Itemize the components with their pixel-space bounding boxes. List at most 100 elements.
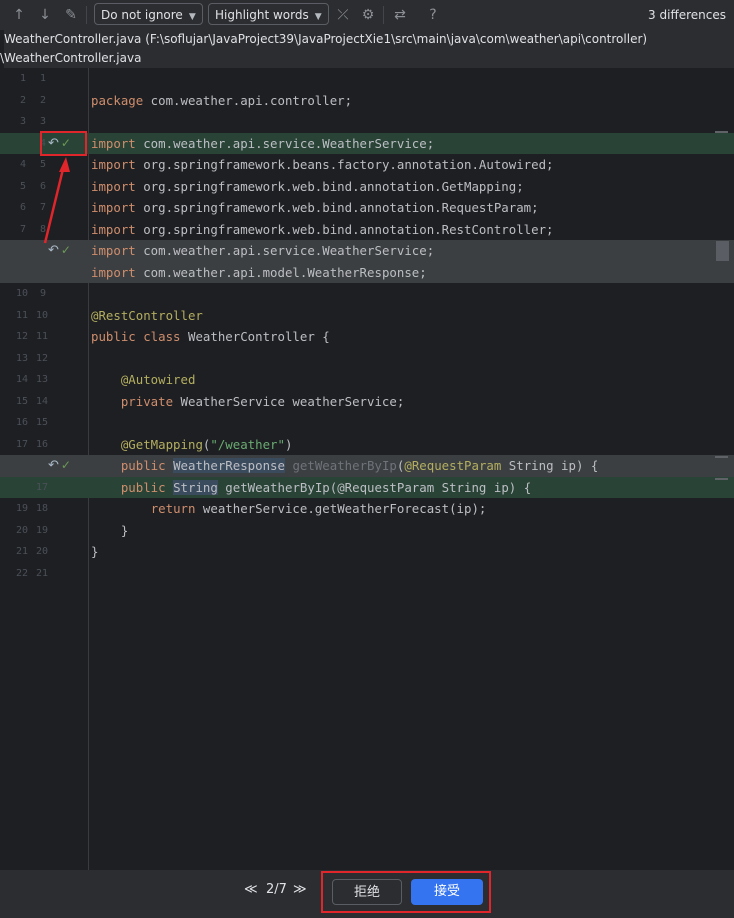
file-path-line-1: WeatherController.java (F:\soflujar\Java… (4, 32, 648, 46)
right-line-number: 2 (40, 94, 47, 106)
ignore-whitespace-dropdown[interactable]: Do not ignore ▼ (94, 3, 203, 25)
code-text: import com.weather.api.service.WeatherSe… (91, 243, 435, 258)
collapse-unchanged-icon[interactable]: ⤫ (334, 0, 352, 30)
diff-toolbar: ↑ ↓ ✎ Do not ignore ▼ Highlight words ▼ ⤫ … (0, 0, 734, 30)
scrollbar-change-marker[interactable] (715, 478, 728, 480)
revert-icon[interactable]: ↶ (48, 243, 59, 258)
highlight-mode-dropdown[interactable]: Highlight words ▼ (208, 3, 329, 25)
file-path-line-2: \WeatherController.java (0, 51, 142, 65)
code-line: 14 13 @Autowired (0, 369, 734, 391)
edit-icon[interactable]: ✎ (62, 0, 80, 30)
previous-change-icon[interactable]: ≪ (244, 870, 258, 910)
accept-check-icon[interactable]: ✓ (61, 243, 71, 257)
removed-code-line: import com.weather.api.model.WeatherResp… (0, 261, 734, 283)
right-line-number: 20 (36, 546, 49, 557)
next-difference-icon[interactable]: ↓ (36, 0, 54, 30)
left-line-number: 13 (16, 352, 29, 364)
left-line-number: 17 (16, 438, 29, 450)
right-line-number: 18 (36, 503, 49, 514)
removed-code-line: ↶ ✓ public WeatherResponse getWeatherByIp… (0, 455, 734, 477)
code-line: 17 16 @GetMapping("/weather") (0, 434, 734, 456)
right-line-number: 15 (36, 417, 49, 428)
right-line-number: 9 (40, 288, 47, 299)
highlight-dropdown-label: Highlight words (215, 8, 309, 22)
code-text: @Autowired (91, 372, 196, 387)
code-text: public String getWeatherByIp(@RequestPar… (120, 479, 532, 495)
ignore-dropdown-label: Do not ignore (101, 8, 183, 22)
code-line: 16 15 (0, 412, 734, 434)
right-line-number: 10 (36, 309, 49, 321)
right-line-number: 5 (40, 159, 47, 170)
diff-editor[interactable]: 1 1 2 2 package com.weather.api.controll… (0, 68, 734, 870)
right-line-number: 6 (40, 180, 47, 192)
code-line: 13 12 (0, 348, 734, 370)
left-line-number: 4 (20, 159, 27, 170)
code-line: 19 18 return weatherService.getWeatherFo… (0, 498, 734, 520)
code-line: 1 1 (0, 68, 734, 90)
scrollbar-change-marker[interactable] (715, 131, 728, 133)
accept-check-icon[interactable]: ✓ (61, 458, 71, 472)
change-actions: ↶ ✓ (48, 240, 71, 262)
right-line-number: 14 (36, 395, 49, 407)
gear-icon[interactable]: ⚙ (359, 0, 377, 30)
right-line-number: 16 (36, 438, 49, 450)
next-change-icon[interactable]: ≫ (293, 870, 307, 910)
added-code-line: 17 public String getWeatherByIp(@Request… (0, 476, 734, 498)
code-line: 4 5 import org.springframework.beans.fac… (0, 154, 734, 176)
change-actions: ↶ ✓ (48, 455, 71, 477)
right-line-number: 12 (36, 352, 49, 364)
change-counter: 2/7 (266, 882, 287, 897)
right-line-number: 11 (36, 331, 49, 342)
left-line-number: 16 (16, 417, 29, 428)
code-line: 10 9 (0, 283, 734, 305)
code-line: 20 19 } (0, 520, 734, 542)
left-line-number: 15 (16, 395, 29, 407)
code-line: 12 11 public class WeatherController { (0, 326, 734, 348)
left-line-number: 10 (16, 288, 29, 299)
left-line-number: 7 (20, 223, 27, 235)
code-text: import com.weather.api.model.WeatherResp… (91, 264, 427, 280)
code-line: 5 6 import org.springframework.web.bind.… (0, 176, 734, 198)
right-line-number: 1 (40, 73, 47, 84)
chevron-down-icon: ▼ (188, 12, 196, 22)
code-text: import org.springframework.beans.factory… (91, 157, 554, 172)
differences-count: 3 differences (648, 8, 726, 22)
right-line-number: 17 (36, 481, 49, 493)
left-line-number: 3 (20, 116, 27, 127)
help-icon[interactable]: ? (424, 0, 442, 30)
code-text: import org.springframework.web.bind.anno… (91, 178, 524, 194)
left-line-number: 11 (16, 309, 29, 321)
left-line-number: 20 (16, 524, 29, 536)
code-line: 15 14 private WeatherService weatherServ… (0, 391, 734, 413)
code-text: import com.weather.api.service.WeatherSe… (91, 135, 435, 151)
previous-difference-icon[interactable]: ↑ (10, 0, 28, 30)
left-line-number: 22 (16, 567, 29, 579)
file-path-header: WeatherController.java (F:\soflujar\Java… (0, 30, 734, 68)
code-text: } (91, 544, 99, 559)
code-text: } (91, 522, 129, 538)
code-line: 6 7 import org.springframework.web.bind.… (0, 197, 734, 219)
added-code-line: 4 ↶ ✓ import com.weather.api.service.Weat… (0, 132, 734, 154)
scrollbar-thumb[interactable] (716, 241, 729, 261)
code-line: 21 20 } (0, 541, 734, 563)
left-line-number: 1 (20, 73, 27, 84)
chevron-down-icon: ▼ (314, 12, 322, 22)
code-text: private WeatherService weatherService; (120, 393, 405, 409)
toolbar-divider (383, 6, 384, 24)
code-text: @RestController (91, 307, 203, 323)
removed-code-line: ↶ ✓ import com.weather.api.service.Weathe… (0, 240, 734, 262)
revert-icon[interactable]: ↶ (48, 458, 59, 473)
right-line-number: 7 (40, 202, 47, 213)
annotation-highlight-box (40, 131, 87, 156)
code-text: import org.springframework.web.bind.anno… (91, 221, 554, 237)
code-line: 3 3 (0, 111, 734, 133)
left-line-number: 2 (20, 94, 27, 106)
code-text: public WeatherResponse getWeatherByIp(@R… (120, 458, 599, 473)
code-line: 22 21 (0, 563, 734, 585)
scrollbar-change-marker[interactable] (715, 456, 728, 458)
annotation-highlight-box (321, 871, 491, 913)
code-text: @GetMapping("/weather") (120, 436, 293, 452)
swap-sides-icon[interactable]: ⇄ (391, 0, 409, 30)
right-line-number: 19 (36, 524, 49, 536)
diff-navigation-bar: ≪ 2/7 ≫ 拒绝 接受 (0, 870, 734, 918)
